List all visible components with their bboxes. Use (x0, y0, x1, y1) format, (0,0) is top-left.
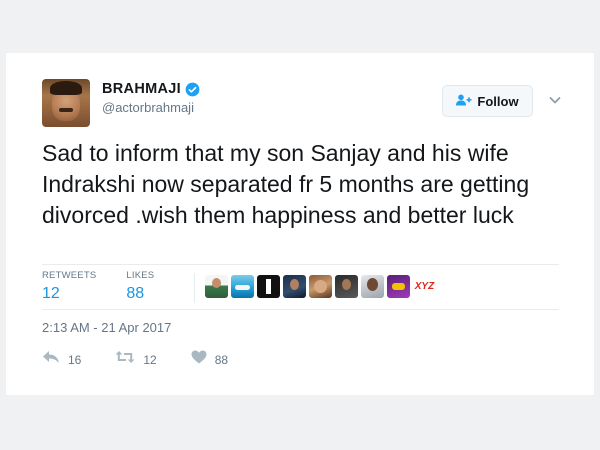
likes-count: 88 (126, 285, 145, 302)
retweets-count: 12 (42, 285, 60, 302)
verified-badge-icon (185, 82, 200, 97)
liker-avatar[interactable] (309, 275, 332, 298)
liker-logo-text: XYZ (414, 281, 435, 292)
liker-avatar[interactable] (205, 275, 228, 298)
avatar-mustache (59, 108, 73, 112)
liker-avatar[interactable] (257, 275, 280, 298)
divider (42, 264, 559, 265)
avatar-hair (50, 81, 82, 95)
follow-label: Follow (477, 93, 519, 109)
liker-avatar[interactable] (335, 275, 358, 298)
retweet-count: 12 (143, 352, 157, 367)
chevron-down-icon[interactable] (548, 93, 562, 107)
retweets-stat[interactable]: RETWEETS 12 (42, 270, 96, 303)
liker-avatar[interactable] (387, 275, 410, 298)
tweet-timestamp[interactable]: 2:13 AM - 21 Apr 2017 (42, 320, 171, 335)
likes-label: LIKES (126, 270, 155, 281)
display-name[interactable]: BRAHMAJI (102, 81, 181, 97)
liker-avatar[interactable]: XYZ (413, 275, 436, 298)
stat-separator (194, 273, 195, 303)
reply-icon (42, 350, 60, 369)
username[interactable]: @actorbrahmaji (102, 100, 200, 115)
liker-avatar[interactable] (283, 275, 306, 298)
likes-stat[interactable]: LIKES 88 (126, 270, 154, 303)
tweet-text: Sad to inform that my son Sanjay and his… (42, 140, 530, 228)
avatar[interactable] (42, 79, 90, 127)
liker-avatars: XYZ (205, 275, 436, 298)
retweet-button[interactable]: 12 (115, 350, 157, 369)
reply-count: 16 (68, 352, 82, 367)
heart-icon (191, 350, 207, 369)
reply-button[interactable]: 16 (42, 350, 81, 369)
tweet-stats: RETWEETS 12 LIKES 88 (42, 270, 184, 303)
divider (42, 309, 559, 310)
liker-avatar[interactable] (361, 275, 384, 298)
like-count: 88 (214, 352, 229, 367)
add-user-icon (456, 94, 472, 109)
like-button[interactable]: 88 (191, 350, 228, 369)
follow-button[interactable]: Follow (442, 85, 533, 117)
author-block[interactable]: BRAHMAJI @actorbrahmaji (102, 81, 200, 115)
retweet-icon (115, 350, 135, 369)
liker-avatar[interactable] (231, 275, 254, 298)
tweet-card: BRAHMAJI @actorbrahmaji Follow Sad to in… (6, 53, 594, 395)
retweets-label: RETWEETS (42, 270, 97, 281)
tweet-actions: 16 12 88 (42, 350, 262, 369)
